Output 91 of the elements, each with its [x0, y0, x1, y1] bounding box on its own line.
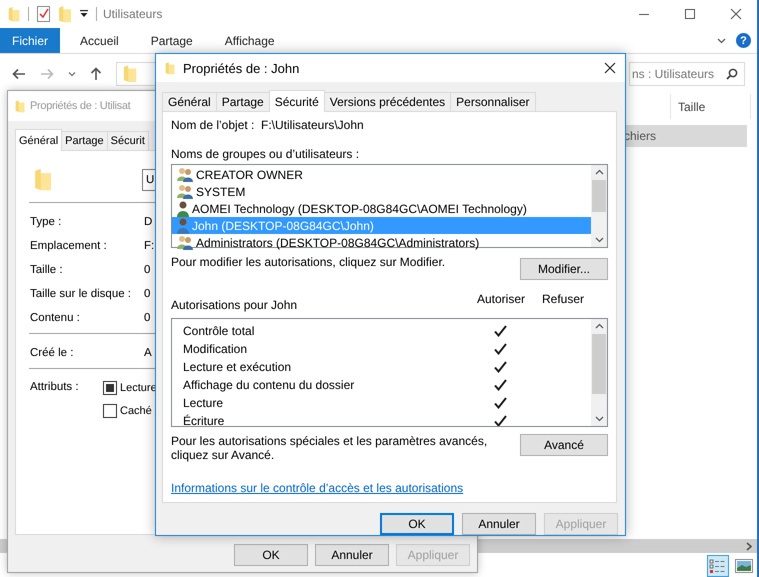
chevron-up-icon[interactable] [594, 323, 604, 330]
permission-name: Écriture [182, 414, 226, 426]
chevron-down-icon[interactable] [594, 237, 604, 244]
permission-name: Contrôle total [182, 324, 256, 338]
property-label: Contenu : [30, 312, 81, 324]
check-icon [494, 325, 506, 338]
dialog-button[interactable]: OK [234, 544, 308, 566]
ribbon-tab[interactable]: Partage [138, 28, 205, 53]
check-icon [494, 343, 506, 356]
chevron-down-icon[interactable] [594, 416, 604, 422]
close-icon[interactable] [730, 8, 742, 20]
dialog-title: Propriétés de : Utilisat [30, 100, 130, 112]
vertical-scrollbar[interactable] [591, 319, 607, 426]
user-list-item[interactable]: SYSTEM [172, 183, 591, 200]
property-label: Créé le : [30, 347, 74, 359]
user-group-icon [177, 184, 193, 200]
dialog-button[interactable]: Annuler [462, 513, 536, 535]
attributes-label: Attributs : [30, 381, 80, 395]
properties-check-icon[interactable] [37, 6, 50, 22]
chevron-down-icon[interactable] [717, 38, 726, 44]
permission-name: Affichage du contenu du dossier [182, 378, 356, 392]
property-value: D [144, 216, 152, 228]
groups-label: Noms de groupes ou d’utilisateurs : [171, 147, 360, 162]
close-icon[interactable] [604, 62, 616, 74]
modify-hint: Pour modifier les autorisations, cliquez sur Modifier. [171, 255, 446, 270]
folder-icon [15, 98, 25, 114]
column-header[interactable]: Taille [670, 94, 751, 119]
chevron-up-icon[interactable] [594, 169, 604, 176]
permissions-label: Autorisations pour John [171, 298, 298, 312]
user-list-item[interactable]: CREATOR OWNER [172, 166, 591, 184]
folder-icon [8, 6, 20, 22]
property-value: 0 [144, 288, 150, 300]
checkbox[interactable] [103, 404, 117, 418]
tab[interactable]: Sécurité [268, 90, 325, 112]
details-view-button[interactable] [707, 555, 729, 577]
ribbon-tab[interactable]: Accueil [68, 28, 131, 53]
tab[interactable]: Général [15, 129, 62, 151]
check-icon [494, 415, 506, 426]
back-arrow-icon[interactable] [12, 68, 26, 80]
permission-name: Modification [182, 342, 248, 356]
vertical-scrollbar[interactable] [591, 165, 607, 248]
advanced-hint: Pour les autorisations spéciales et les paramètres avancés, cliquez sur Avancé. [171, 434, 488, 462]
folder-icon [123, 65, 137, 83]
scroll-right-icon[interactable] [746, 542, 752, 550]
folder-icon [34, 167, 52, 193]
permission-name: Lecture [182, 396, 224, 410]
window-title: Utilisateurs [103, 7, 162, 21]
column-header: Refuser [540, 292, 586, 306]
property-value: F: [144, 240, 154, 252]
ribbon-tab[interactable]: Affichage [212, 28, 287, 53]
object-name-value: F:\Utilisateurs\John [261, 118, 364, 132]
dialog-title: Propriétés de : John [183, 60, 300, 76]
property-value: 0 [144, 312, 150, 324]
dialog-button[interactable]: OK [380, 513, 454, 535]
check-icon [494, 397, 506, 410]
check-icon [494, 379, 506, 392]
chevron-down-icon[interactable] [68, 71, 76, 77]
tab[interactable]: Sécurit [106, 131, 149, 150]
property-value: A [144, 347, 152, 359]
tab[interactable]: Partage [216, 92, 270, 112]
user-group-icon [177, 235, 193, 250]
help-link[interactable]: Informations sur le contrôle d’accès et les autorisations [171, 481, 464, 496]
property-label: Taille sur le disque : [30, 288, 132, 300]
help-button[interactable]: ? [736, 33, 751, 48]
column-header: Autoriser [476, 292, 526, 306]
checkbox[interactable] [103, 381, 117, 395]
folder-icon [165, 60, 175, 76]
customize-dropdown-icon[interactable] [80, 10, 88, 18]
permission-name: Lecture et exécution [182, 360, 292, 374]
maximize-icon[interactable] [684, 8, 696, 20]
ribbon-tab[interactable]: Fichier [0, 28, 60, 53]
up-arrow-icon[interactable] [90, 67, 102, 81]
dialog-button[interactable]: Annuler [315, 544, 389, 566]
check-icon [494, 361, 506, 374]
search-field[interactable]: ns : Utilisateurs [629, 62, 745, 86]
checkbox-label: Lecture [120, 382, 157, 394]
search-icon[interactable] [726, 68, 738, 80]
advanced-button[interactable]: Avancé [520, 434, 608, 456]
modify-button[interactable]: Modifier... [520, 258, 608, 280]
property-label: Type : [30, 216, 62, 228]
object-name-label: Nom de l’objet : [171, 118, 256, 132]
property-label: Taille : [30, 264, 64, 276]
user-list-item[interactable]: Administrators (DESKTOP-08G84GC\Administrators) [172, 234, 591, 252]
property-label: Emplacement : [30, 240, 108, 252]
tab[interactable]: Versions précédentes [324, 92, 452, 112]
checkbox-label: Caché [120, 405, 152, 417]
tab[interactable]: Personnaliser [450, 92, 536, 112]
user-group-icon [177, 167, 193, 182]
property-value: 0 [144, 264, 150, 276]
tab[interactable]: Général [162, 92, 217, 112]
user-list-item[interactable]: AOMEI Technology (DESKTOP-08G84GC\AOMEI Technology) [172, 200, 591, 218]
